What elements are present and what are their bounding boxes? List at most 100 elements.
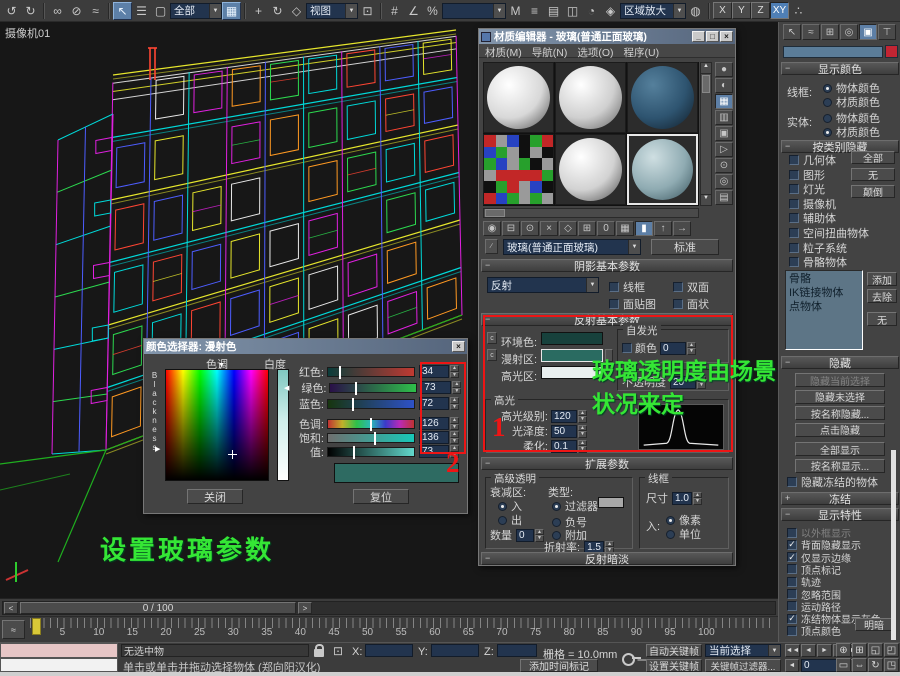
rollout-reflection-basic[interactable]: − 反射基本参数 <box>481 313 733 326</box>
shade-button[interactable]: 明暗 <box>855 618 893 631</box>
rollout-reflection-dimming[interactable]: − 反射暗淡 <box>481 552 733 565</box>
unhide-by-name-button[interactable]: 按名称显示... <box>795 459 885 473</box>
bind-spacewarp-icon[interactable]: ≈ <box>86 2 105 20</box>
list-item[interactable]: 骨骼 <box>789 272 859 286</box>
get-material-icon[interactable]: ◉ <box>483 221 501 236</box>
specular-level-spinner[interactable]: 120▲▼ <box>551 410 587 423</box>
frame-marker[interactable] <box>32 618 41 635</box>
slider-track[interactable] <box>327 399 415 409</box>
scroll-up-icon[interactable]: ▲ <box>701 63 711 74</box>
window-crossing-icon[interactable]: ▦ <box>222 2 241 20</box>
zoom-extents-icon[interactable]: ◱ <box>868 643 883 657</box>
spinner-snap-icon[interactable]: ∴ <box>789 2 808 20</box>
sample-slot-active[interactable] <box>627 134 698 205</box>
track-bar[interactable]: ≈ 51015202530354045505560657075808590951… <box>0 616 778 642</box>
show-map-in-viewport-icon[interactable]: ▦ <box>616 221 634 236</box>
category-checkbox-2[interactable]: 灯光 <box>789 181 825 197</box>
display-tab[interactable]: ▣ <box>859 24 877 40</box>
display-prop-8[interactable]: 顶点颜色 <box>787 623 841 638</box>
rollout-freeze[interactable]: + 冻结 <box>781 492 899 505</box>
macro-recorder-field[interactable] <box>0 643 118 658</box>
wire-material-color-radio[interactable]: 材质颜色 <box>823 94 880 110</box>
viewport-label[interactable]: 摄像机01 <box>5 25 50 41</box>
zoom-mode-dropdown[interactable]: 区域放大▼ <box>620 3 686 19</box>
maxscript-listener-field[interactable] <box>0 658 118 672</box>
glossiness-spinner[interactable]: 50▲▼ <box>551 425 587 438</box>
slider-marker[interactable] <box>374 432 376 445</box>
slider-value-field[interactable]: 34 <box>419 365 449 378</box>
eyedropper-icon[interactable]: ∕ <box>485 239 498 254</box>
select-move-icon[interactable]: + <box>249 2 268 20</box>
go-to-start-button[interactable]: ◄◄ <box>785 644 800 657</box>
category-checkbox-6[interactable]: 粒子系统 <box>789 240 847 256</box>
slider-track[interactable] <box>327 447 415 457</box>
hide-button-1[interactable]: 隐藏未选择 <box>795 390 885 404</box>
zoom-region-icon[interactable]: ▭ <box>836 658 851 672</box>
layer-manager-icon[interactable]: ▤ <box>544 2 563 20</box>
play-button[interactable]: ► <box>817 644 832 657</box>
shader-check-3[interactable]: 面状 <box>673 296 709 312</box>
object-color-swatch[interactable] <box>885 45 898 58</box>
sample-slot[interactable] <box>555 134 626 205</box>
slider-value-field[interactable]: 136 <box>419 431 449 444</box>
bone-object-listbox[interactable]: 骨骼IK链接物体点物体 <box>785 270 863 350</box>
curve-editor-icon[interactable]: ◫ <box>563 2 582 20</box>
sample-uv-tiling-icon[interactable]: ▥ <box>715 110 733 125</box>
soften-spinner[interactable]: 0.1▲▼ <box>551 440 587 453</box>
sample-vertical-scrollbar[interactable]: ▲ ▼ <box>700 62 712 206</box>
video-color-check-icon[interactable]: ▣ <box>715 126 733 141</box>
sample-slot[interactable] <box>483 62 554 133</box>
sample-slot[interactable] <box>627 62 698 133</box>
background-icon[interactable]: ▦ <box>715 94 733 109</box>
auto-key-icon[interactable] <box>622 652 642 664</box>
spinner-arrows[interactable]: ▲▼ <box>450 397 459 410</box>
time-slider[interactable]: < 0 / 100 > <box>0 598 778 616</box>
unlink-icon[interactable]: ⊘ <box>67 2 86 20</box>
hierarchy-tab[interactable]: ⊞ <box>821 24 839 40</box>
go-forward-sibling-icon[interactable]: → <box>673 221 691 236</box>
filter-color-swatch[interactable] <box>598 497 624 508</box>
selection-set-dropdown[interactable]: 当前选择 ▼ <box>705 644 781 657</box>
slider-track[interactable] <box>329 383 417 393</box>
axis-z-button[interactable]: Z <box>751 2 770 19</box>
y-coordinate-field[interactable] <box>431 644 479 657</box>
time-slider-thumb[interactable]: 0 / 100 <box>20 602 296 614</box>
slider-value-field[interactable]: 73 <box>419 445 449 458</box>
shader-check-1[interactable]: 双面 <box>673 279 709 295</box>
select-by-name-icon[interactable]: ☰ <box>132 2 151 20</box>
bone-list-button-1[interactable]: 去除 <box>867 289 897 303</box>
transform-center-icon[interactable]: ⊡ <box>330 643 346 658</box>
backlight-icon[interactable]: ◐ <box>715 78 733 93</box>
select-scale-icon[interactable]: ◇ <box>287 2 306 20</box>
modify-tab[interactable]: ≈ <box>802 24 820 40</box>
zoom-icon[interactable]: ⊕ <box>836 643 851 657</box>
hide-button-2[interactable]: 按名称隐藏... <box>795 406 885 420</box>
category-checkbox-3[interactable]: 摄像机 <box>789 196 836 212</box>
create-tab[interactable]: ↖ <box>783 24 801 40</box>
key-filters-button[interactable]: 关键帧过滤器... <box>705 659 781 672</box>
rollout-extended[interactable]: − 扩展参数 <box>481 457 733 470</box>
category-checkbox-7[interactable]: 骨骼物体 <box>789 254 847 270</box>
menu-item-1[interactable]: 导航(N) <box>532 45 568 56</box>
close-icon[interactable]: × <box>720 31 733 42</box>
unhide-all-button[interactable]: 全部显示 <box>795 442 885 456</box>
sample-slot[interactable] <box>483 134 554 205</box>
zoom-extents-all-icon[interactable]: ◰ <box>884 643 899 657</box>
angle-snap-icon[interactable]: ∠ <box>404 2 423 20</box>
arc-rotate-icon[interactable]: ↻ <box>868 658 883 672</box>
select-link-icon[interactable]: ∞ <box>48 2 67 20</box>
slider-marker[interactable] <box>355 382 357 395</box>
shader-check-2[interactable]: 面贴图 <box>609 296 656 312</box>
undo-icon[interactable]: ↺ <box>2 2 21 20</box>
utilities-tab[interactable]: ⊤ <box>878 24 896 40</box>
assign-to-selection-icon[interactable]: ⊙ <box>521 221 539 236</box>
scroll-thumb[interactable] <box>702 75 710 93</box>
lock-ambient-diffuse-button[interactable]: c <box>487 332 497 344</box>
reset-button[interactable]: 复位 <box>353 489 409 504</box>
material-effects-channel-icon[interactable]: 0 <box>597 221 615 236</box>
select-object-icon[interactable]: ↖ <box>113 2 132 20</box>
slider-marker[interactable] <box>352 398 354 411</box>
scroll-down-icon[interactable]: ▼ <box>701 194 711 205</box>
selection-filter-dropdown[interactable]: 全部▼ <box>170 3 222 19</box>
z-coordinate-field[interactable] <box>497 644 537 657</box>
